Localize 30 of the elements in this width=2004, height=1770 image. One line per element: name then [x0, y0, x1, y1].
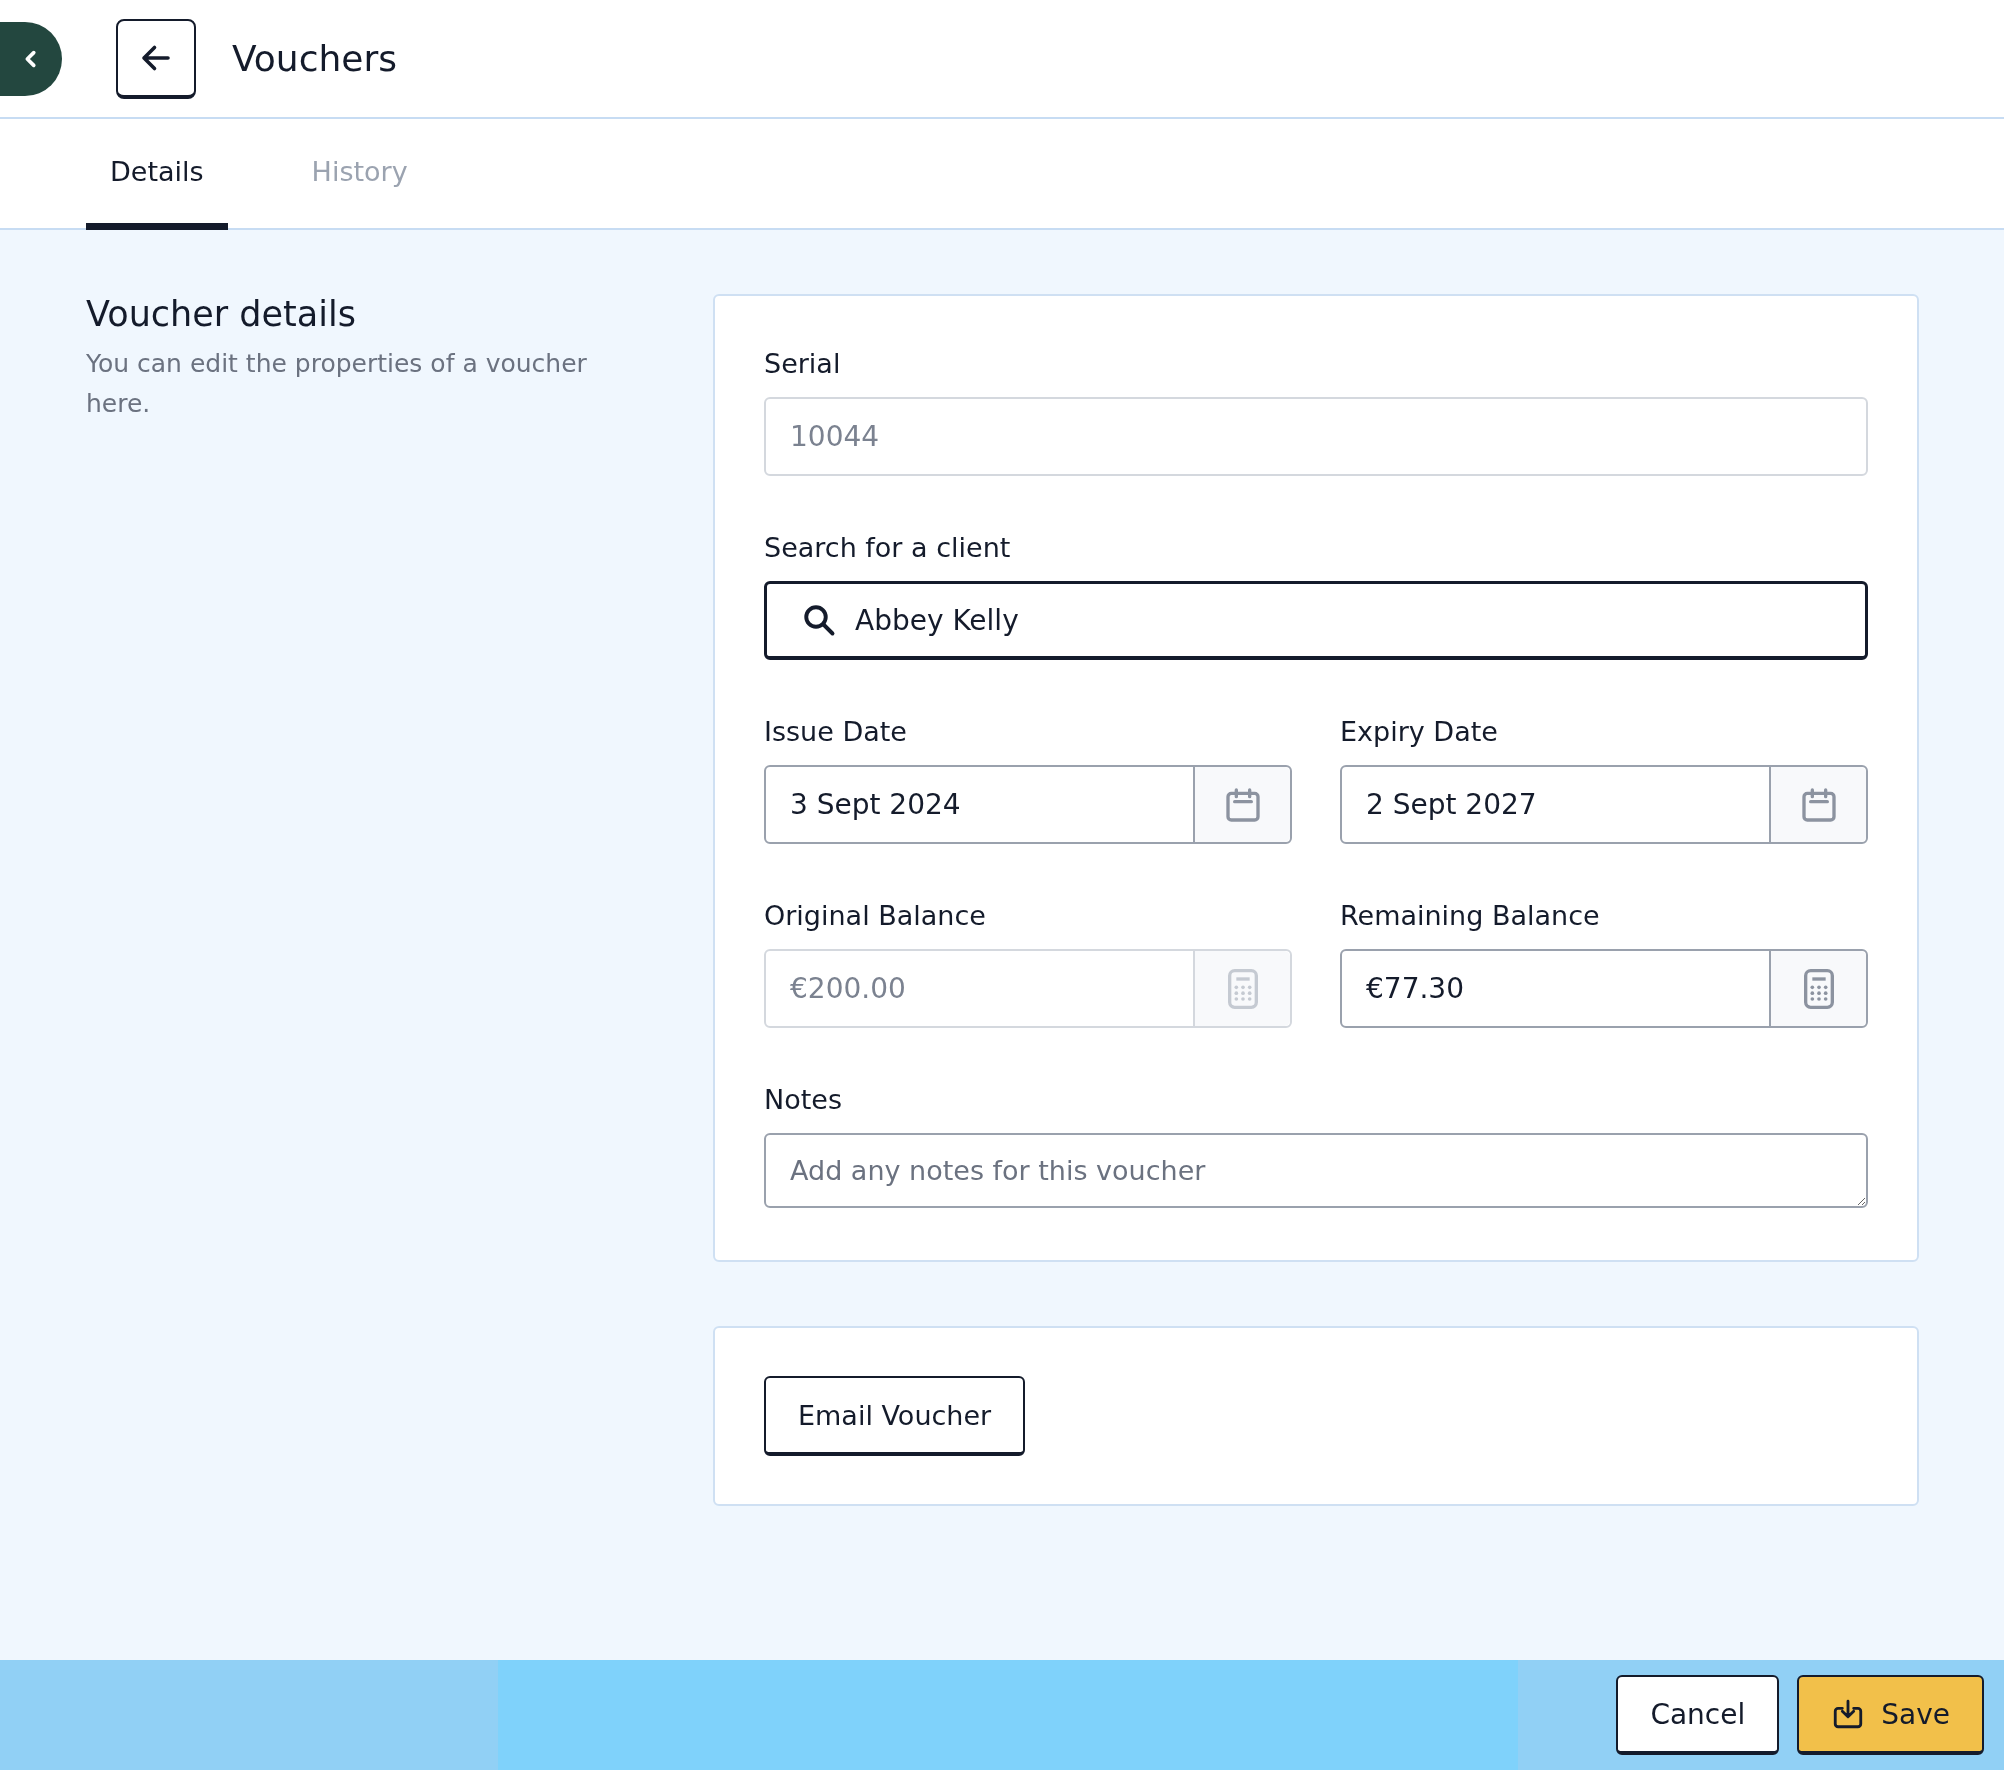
- amount-field[interactable]: €77.30: [1340, 949, 1868, 1028]
- date-field[interactable]: 2 Sept 2027: [1340, 765, 1868, 844]
- search-field[interactable]: Abbey Kelly: [764, 581, 1868, 660]
- calculator-button[interactable]: [1193, 951, 1290, 1026]
- save-button[interactable]: Save: [1797, 1675, 1984, 1755]
- field-label: Issue Date: [764, 716, 908, 747]
- field-input[interactable]: €77.30: [1342, 951, 1769, 1026]
- calculator-button[interactable]: [1769, 951, 1866, 1026]
- back-button[interactable]: [116, 18, 196, 99]
- section-description: You can edit the properties of a voucher here.: [86, 348, 588, 420]
- page-title: Vouchers: [232, 38, 397, 79]
- search-icon: [801, 602, 837, 638]
- field-label: Serial: [764, 348, 842, 379]
- calendar-button[interactable]: [1193, 767, 1290, 842]
- notes-field[interactable]: Add any notes for this voucher: [764, 1133, 1868, 1208]
- field-input[interactable]: Abbey Kelly: [837, 584, 1865, 656]
- field-label: Original Balance: [764, 900, 987, 931]
- field-input[interactable]: 2 Sept 2027: [1342, 767, 1769, 842]
- calendar-button[interactable]: [1769, 767, 1866, 842]
- section-title: Voucher details: [86, 294, 357, 334]
- tab[interactable]: Details: [86, 119, 228, 230]
- field-label: Search for a client: [764, 532, 1012, 563]
- sidebar-toggle-button[interactable]: [0, 21, 62, 96]
- field-label: Expiry Date: [1340, 716, 1499, 747]
- field-input[interactable]: 3 Sept 2024: [766, 767, 1193, 842]
- cancel-button[interactable]: Cancel: [1616, 1675, 1780, 1755]
- field-label: Notes: [764, 1084, 843, 1115]
- email-voucher-button[interactable]: Email Voucher: [764, 1376, 1026, 1456]
- field-label: Remaining Balance: [1340, 900, 1601, 931]
- date-field[interactable]: 3 Sept 2024: [764, 765, 1292, 844]
